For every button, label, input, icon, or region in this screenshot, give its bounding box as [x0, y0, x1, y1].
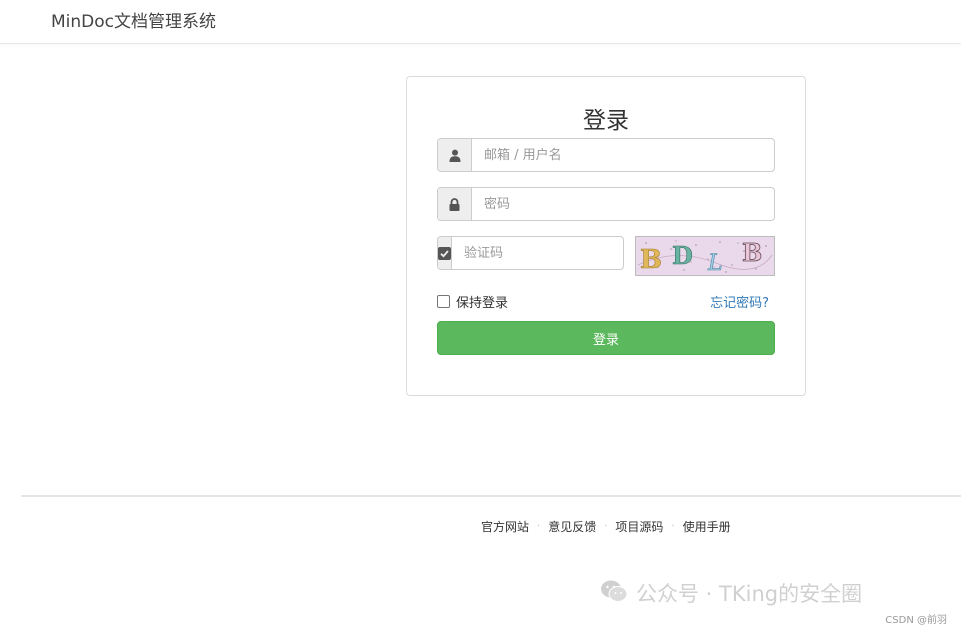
captcha-input[interactable] — [452, 237, 623, 269]
login-button[interactable]: 登录 — [437, 321, 775, 355]
footer-separator: · — [671, 521, 675, 532]
lock-icon — [438, 188, 472, 220]
remember-label: 保持登录 — [456, 296, 509, 311]
username-group — [437, 138, 775, 172]
login-panel: 登录 邮箱 / 用户名 验证码 B D L B 保持登录 忘记密码? 登录 — [406, 76, 806, 396]
captcha-char-3: L — [707, 251, 723, 275]
password-group — [437, 187, 775, 221]
login-title: 登录 — [583, 108, 629, 134]
captcha-char-1: B — [640, 245, 662, 275]
csdn-credit: CSDN @前羽 — [885, 615, 947, 626]
wechat-icon — [600, 579, 628, 608]
footer-separator: · — [604, 521, 608, 532]
check-square-icon — [438, 237, 452, 269]
captcha-char-4: B — [742, 238, 762, 267]
footer-link-website[interactable]: 官方网站 — [481, 518, 529, 535]
remember-checkbox[interactable] — [437, 295, 450, 308]
footer-link-feedback[interactable]: 意见反馈 — [548, 518, 596, 535]
password-input[interactable] — [472, 188, 774, 220]
footer-links: 官方网站 · 意见反馈 · 项目源码 · 使用手册 — [481, 518, 731, 535]
watermark-text: 公众号 · TKing的安全圈 — [636, 582, 863, 606]
footer-link-source[interactable]: 项目源码 — [615, 518, 663, 535]
captcha-image[interactable]: B D L B — [635, 236, 775, 276]
footer-divider — [21, 495, 961, 497]
footer-separator: · — [537, 521, 541, 532]
brand-title[interactable]: MinDoc文档管理系统 — [51, 7, 216, 32]
forgot-password-link[interactable]: 忘记密码? — [710, 292, 769, 311]
footer-link-manual[interactable]: 使用手册 — [683, 518, 731, 535]
username-input[interactable] — [472, 139, 774, 171]
user-icon — [438, 139, 472, 171]
navbar: MinDoc文档管理系统 — [0, 0, 961, 44]
captcha-char-2: D — [672, 241, 693, 270]
remember-me[interactable]: 保持登录 — [437, 292, 508, 311]
watermark: 公众号 · TKing的安全圈 — [600, 578, 862, 608]
captcha-group — [437, 236, 624, 270]
